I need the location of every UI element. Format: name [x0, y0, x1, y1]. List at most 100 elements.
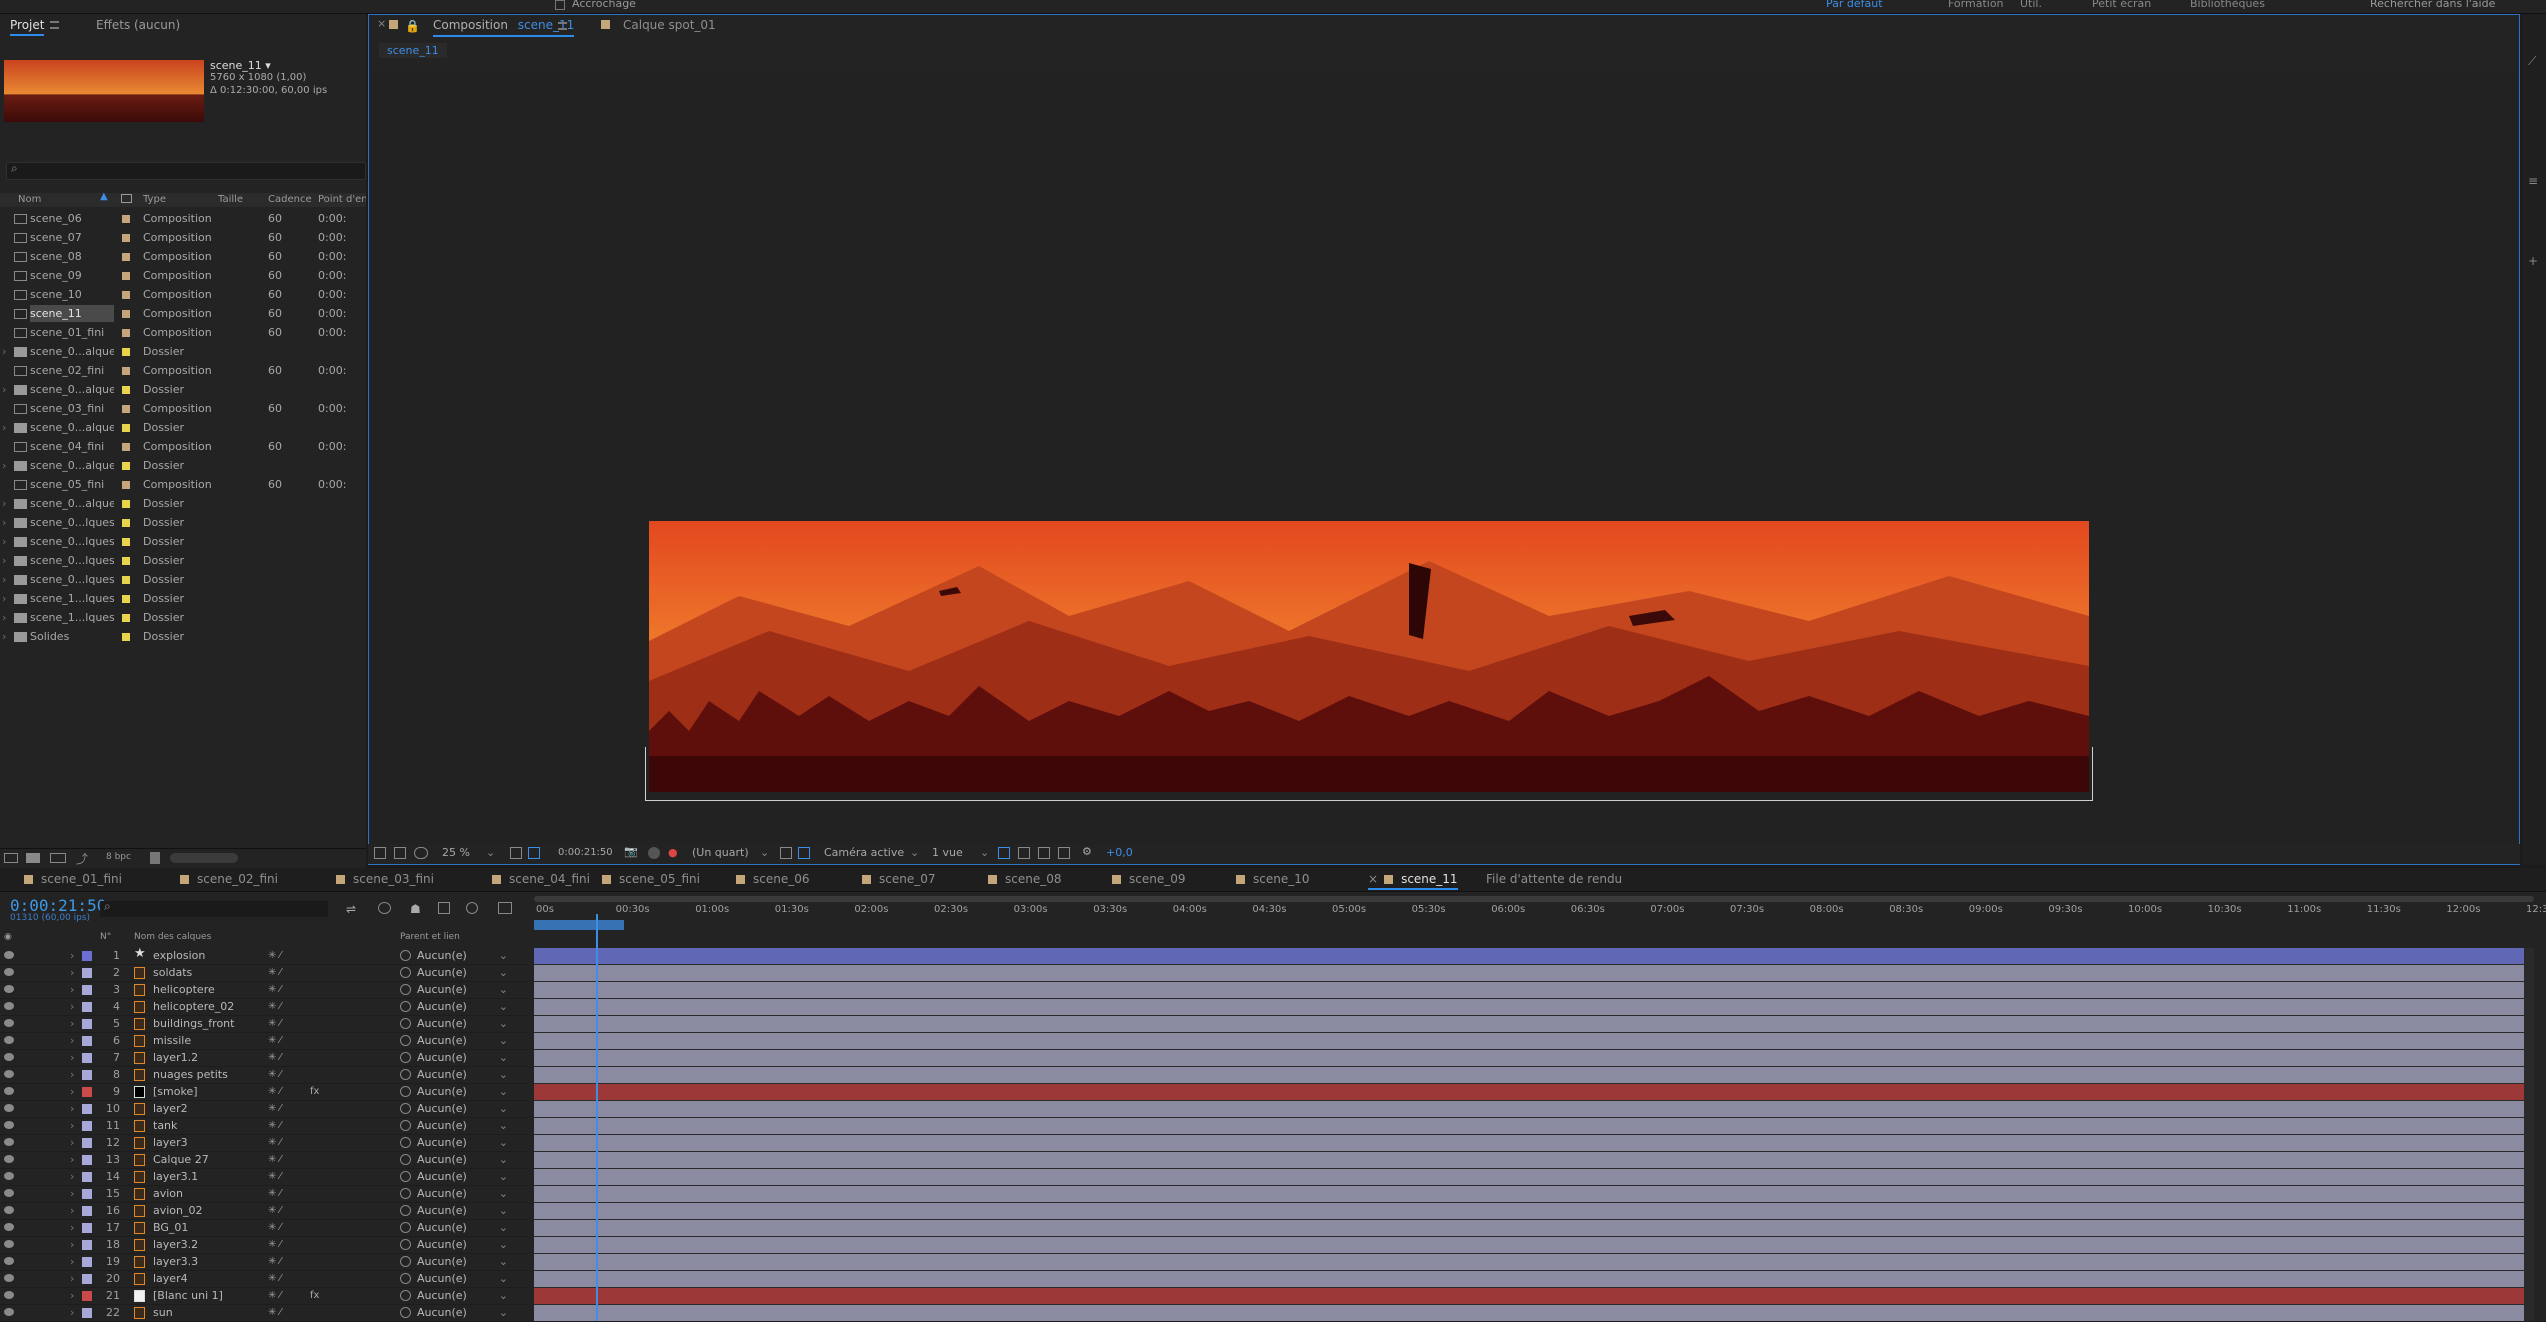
label-swatch[interactable] [122, 272, 130, 280]
expand-arrow-icon[interactable]: › [70, 965, 74, 981]
graph-editor-icon[interactable] [498, 902, 512, 914]
layer-duration-bar[interactable] [534, 1271, 2524, 1287]
chevron-down-icon[interactable]: ⌄ [760, 846, 769, 859]
project-item[interactable]: scene_07 Composition 60 0:00:0 [0, 229, 366, 248]
parent-select[interactable]: Aucun(e) [417, 1272, 467, 1285]
expand-arrow-icon[interactable]: › [70, 1237, 74, 1253]
layer-switches[interactable]: ✳ ⁄ [268, 965, 281, 981]
pickwhip-icon[interactable] [400, 1290, 411, 1301]
panel-menu-icon[interactable] [558, 22, 567, 30]
col-name[interactable]: Nom [18, 194, 41, 205]
pickwhip-icon[interactable] [400, 1137, 411, 1148]
layer-duration-bar[interactable] [534, 1288, 2524, 1304]
timeline-tab[interactable]: scene_01_fini [24, 872, 122, 890]
project-item[interactable]: scene_08 Composition 60 0:00:0 [0, 248, 366, 267]
layer-switches[interactable]: ✳ ⁄ [268, 1050, 281, 1066]
expand-arrow-icon[interactable]: › [70, 1169, 74, 1185]
layer-switches[interactable]: ✳ ⁄ [268, 1101, 281, 1117]
layout-icon[interactable] [998, 847, 1010, 859]
layer-row[interactable]: › 16 avion_02 ✳ ⁄ Aucun(e) ⌄ [0, 1203, 528, 1220]
layer-name[interactable]: nuages petits [153, 1067, 228, 1083]
workspace-libraries[interactable]: Bibliothèques [2190, 0, 2265, 10]
layer-switches[interactable]: ✳ ⁄ [268, 948, 281, 964]
layer-name[interactable]: buildings_front [153, 1016, 234, 1032]
expand-arrow-icon[interactable]: › [2, 571, 12, 588]
project-item[interactable]: › scene_0...lques Dossier [0, 533, 366, 552]
layer-name[interactable]: [smoke] [153, 1084, 198, 1100]
layer-label-swatch[interactable] [82, 1291, 92, 1301]
parent-select[interactable]: Aucun(e) [417, 1136, 467, 1149]
project-item[interactable]: › Solides Dossier [0, 628, 366, 647]
layer-search-input[interactable]: ⌕ [100, 899, 328, 917]
layer-label-swatch[interactable] [82, 1172, 92, 1182]
layer-duration-bar[interactable] [534, 999, 2524, 1015]
visibility-eye-icon[interactable] [4, 1291, 14, 1299]
exposure-icon[interactable]: ⚙ [1082, 845, 1092, 858]
timeline-tab[interactable]: scene_09 [1112, 872, 1186, 890]
work-area-range[interactable] [534, 920, 624, 930]
parent-select[interactable]: Aucun(e) [417, 1085, 467, 1098]
layer-row[interactable]: › 19 layer3.3 ✳ ⁄ Aucun(e) ⌄ [0, 1254, 528, 1271]
label-swatch[interactable] [122, 538, 130, 546]
layer-label-swatch[interactable] [82, 1019, 92, 1029]
col-type[interactable]: Type [143, 194, 166, 205]
layer-name[interactable]: helicoptere [153, 982, 215, 998]
label-swatch[interactable] [122, 215, 130, 223]
pickwhip-icon[interactable] [400, 950, 411, 961]
col-num[interactable]: N° [100, 932, 111, 942]
project-item[interactable]: scene_03_fini Composition 60 0:00:0 [0, 400, 366, 419]
snap-checkbox[interactable] [555, 0, 565, 10]
layer-label-swatch[interactable] [82, 1121, 92, 1131]
pickwhip-icon[interactable] [400, 984, 411, 995]
fast-preview-icon[interactable] [1018, 847, 1030, 859]
chevron-down-icon[interactable]: ⌄ [499, 1084, 508, 1100]
layer-duration-bar[interactable] [534, 1305, 2524, 1321]
timeline-tab[interactable]: scene_10 [1236, 872, 1310, 890]
draft-3d-icon[interactable] [378, 902, 391, 914]
layer-label-swatch[interactable] [82, 1155, 92, 1165]
layer-duration-bar[interactable] [534, 1220, 2524, 1236]
layer-switches[interactable]: ✳ ⁄ [268, 999, 281, 1015]
eye-icon[interactable]: ◉ [4, 932, 12, 942]
fx-switch[interactable]: fx [310, 1084, 319, 1100]
layer-label-swatch[interactable] [82, 1104, 92, 1114]
parent-select[interactable]: Aucun(e) [417, 1204, 467, 1217]
expand-arrow-icon[interactable]: › [70, 1186, 74, 1202]
pickwhip-icon[interactable] [400, 1001, 411, 1012]
layer-name[interactable]: helicoptere_02 [153, 999, 234, 1015]
close-icon[interactable]: × [1368, 872, 1378, 886]
parent-select[interactable]: Aucun(e) [417, 1068, 467, 1081]
expand-arrow-icon[interactable]: › [70, 1203, 74, 1219]
layer-row[interactable]: › 8 nuages petits ✳ ⁄ Aucun(e) ⌄ [0, 1067, 528, 1084]
add-icon[interactable]: + [2528, 254, 2538, 268]
flowchart-icon[interactable] [1058, 847, 1070, 859]
layer-row[interactable]: › 20 layer4 ✳ ⁄ Aucun(e) ⌄ [0, 1271, 528, 1288]
chevron-down-icon[interactable]: ⌄ [499, 1305, 508, 1321]
motion-blur-icon[interactable] [466, 902, 478, 914]
zoom-select[interactable]: 25 % [442, 846, 470, 859]
chevron-down-icon[interactable]: ⌄ [499, 1067, 508, 1083]
timeline-tab[interactable]: scene_04_fini [492, 872, 590, 890]
chevron-down-icon[interactable]: ⌄ [499, 1271, 508, 1287]
camera-icon[interactable]: 📷 [624, 845, 638, 858]
pickwhip-icon[interactable] [400, 1256, 411, 1267]
expand-arrow-icon[interactable]: › [70, 1033, 74, 1049]
label-swatch[interactable] [122, 557, 130, 565]
project-item[interactable]: scene_02_fini Composition 60 0:00:0 [0, 362, 366, 381]
parent-select[interactable]: Aucun(e) [417, 1000, 467, 1013]
label-swatch[interactable] [122, 329, 130, 337]
project-item[interactable]: › scene_0...lques Dossier [0, 552, 366, 571]
visibility-eye-icon[interactable] [4, 1121, 14, 1129]
layer-row[interactable]: › 7 layer1.2 ✳ ⁄ Aucun(e) ⌄ [0, 1050, 528, 1067]
col-rate[interactable]: Cadence [268, 194, 312, 205]
expand-arrow-icon[interactable]: › [2, 343, 12, 360]
layer-switches[interactable]: ✳ ⁄ [268, 1186, 281, 1202]
layer-name[interactable]: soldats [153, 965, 192, 981]
visibility-eye-icon[interactable] [4, 1257, 14, 1265]
layer-name[interactable]: [Blanc uni 1] [153, 1288, 223, 1304]
expand-arrow-icon[interactable]: › [70, 999, 74, 1015]
layer-row[interactable]: › 22 sun ✳ ⁄ Aucun(e) ⌄ [0, 1305, 528, 1322]
always-preview-icon[interactable] [374, 847, 386, 859]
layer-duration-bar[interactable] [534, 948, 2524, 964]
expand-arrow-icon[interactable]: › [2, 628, 12, 645]
